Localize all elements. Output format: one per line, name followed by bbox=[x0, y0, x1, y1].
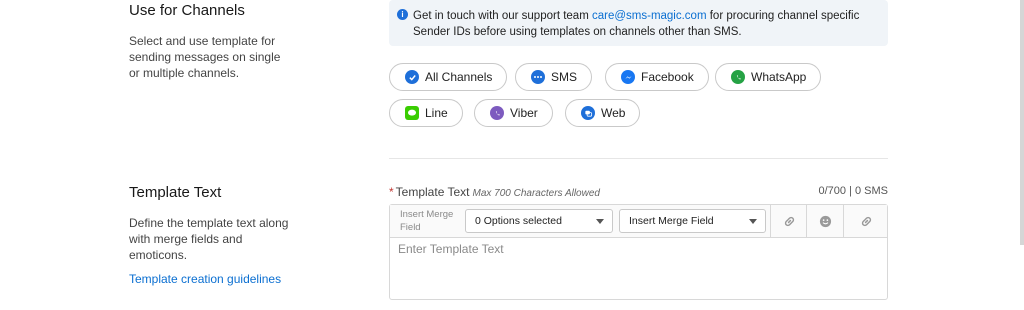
info-text-before: Get in touch with our support team bbox=[413, 10, 592, 22]
template-section-title: Template Text bbox=[129, 184, 222, 201]
link-icon bbox=[784, 216, 794, 226]
insert-merge-field-label: Insert Merge Field bbox=[400, 209, 454, 233]
insert-emoticon-button[interactable] bbox=[806, 205, 843, 237]
channel-chip-sms[interactable]: SMS bbox=[515, 63, 593, 91]
template-text-label: * Template Text Max 700 Characters Allowed bbox=[389, 185, 600, 199]
channels-section-title: Use for Channels bbox=[129, 2, 245, 19]
emoticon-icon bbox=[819, 215, 831, 227]
channel-chip-label: Viber bbox=[510, 106, 538, 120]
merge-field-select-value: Insert Merge Field bbox=[629, 215, 714, 227]
insert-url-button[interactable] bbox=[843, 205, 888, 237]
template-editor: Insert Merge Field 0 Options selected In… bbox=[389, 204, 888, 300]
template-text-label-text: Template Text bbox=[395, 185, 470, 199]
channel-chip-label: Line bbox=[425, 106, 448, 120]
char-limit-hint: Max 700 Characters Allowed bbox=[472, 188, 600, 199]
channel-chip-whatsapp[interactable]: WhatsApp bbox=[715, 63, 822, 91]
page-scrollbar[interactable] bbox=[1020, 0, 1024, 245]
insert-link-button[interactable] bbox=[770, 205, 807, 237]
messenger-icon bbox=[621, 70, 635, 84]
template-guidelines-link[interactable]: Template creation guidelines bbox=[129, 272, 281, 286]
chevron-down-icon bbox=[749, 219, 757, 224]
whatsapp-icon bbox=[731, 70, 745, 84]
check-circle-icon bbox=[405, 70, 419, 84]
channel-chip-label: All Channels bbox=[425, 70, 493, 84]
link-icon bbox=[861, 216, 871, 226]
chat-bubble-icon bbox=[531, 70, 545, 84]
line-icon bbox=[405, 106, 419, 120]
viber-icon bbox=[490, 106, 504, 120]
chevron-down-icon bbox=[596, 219, 604, 224]
channel-chip-viber[interactable]: Viber bbox=[474, 99, 553, 127]
template-text-input[interactable]: Enter Template Text bbox=[398, 242, 504, 256]
options-select-value: 0 Options selected bbox=[475, 215, 562, 227]
merge-field-select-dropdown[interactable]: Insert Merge Field bbox=[619, 209, 766, 233]
channel-chip-label: SMS bbox=[551, 70, 578, 84]
channel-chip-label: WhatsApp bbox=[751, 70, 807, 84]
info-banner: i Get in touch with our support team car… bbox=[389, 0, 888, 46]
channel-chip-label: Web bbox=[601, 106, 626, 120]
template-section-description: Define the template text along with merg… bbox=[129, 216, 289, 262]
section-divider bbox=[389, 158, 888, 159]
editor-toolbar: Insert Merge Field 0 Options selected In… bbox=[390, 205, 887, 238]
channel-chip-line[interactable]: Line bbox=[389, 99, 463, 127]
support-email-link[interactable]: care@sms-magic.com bbox=[592, 10, 707, 22]
channel-chip-label: Facebook bbox=[641, 70, 694, 84]
info-icon: i bbox=[397, 9, 408, 20]
required-mark: * bbox=[389, 185, 394, 199]
character-counter: 0/700 | 0 SMS bbox=[818, 185, 888, 197]
channel-chip-web[interactable]: Web bbox=[565, 99, 641, 127]
channel-chip-facebook[interactable]: Facebook bbox=[605, 63, 709, 91]
channels-section-description: Select and use template for sending mess… bbox=[129, 34, 281, 80]
channel-chip-all-channels[interactable]: All Channels bbox=[389, 63, 508, 91]
web-chat-icon bbox=[581, 106, 595, 120]
options-select-dropdown[interactable]: 0 Options selected bbox=[465, 209, 613, 233]
page: Use for Channels Select and use template… bbox=[0, 0, 1024, 310]
